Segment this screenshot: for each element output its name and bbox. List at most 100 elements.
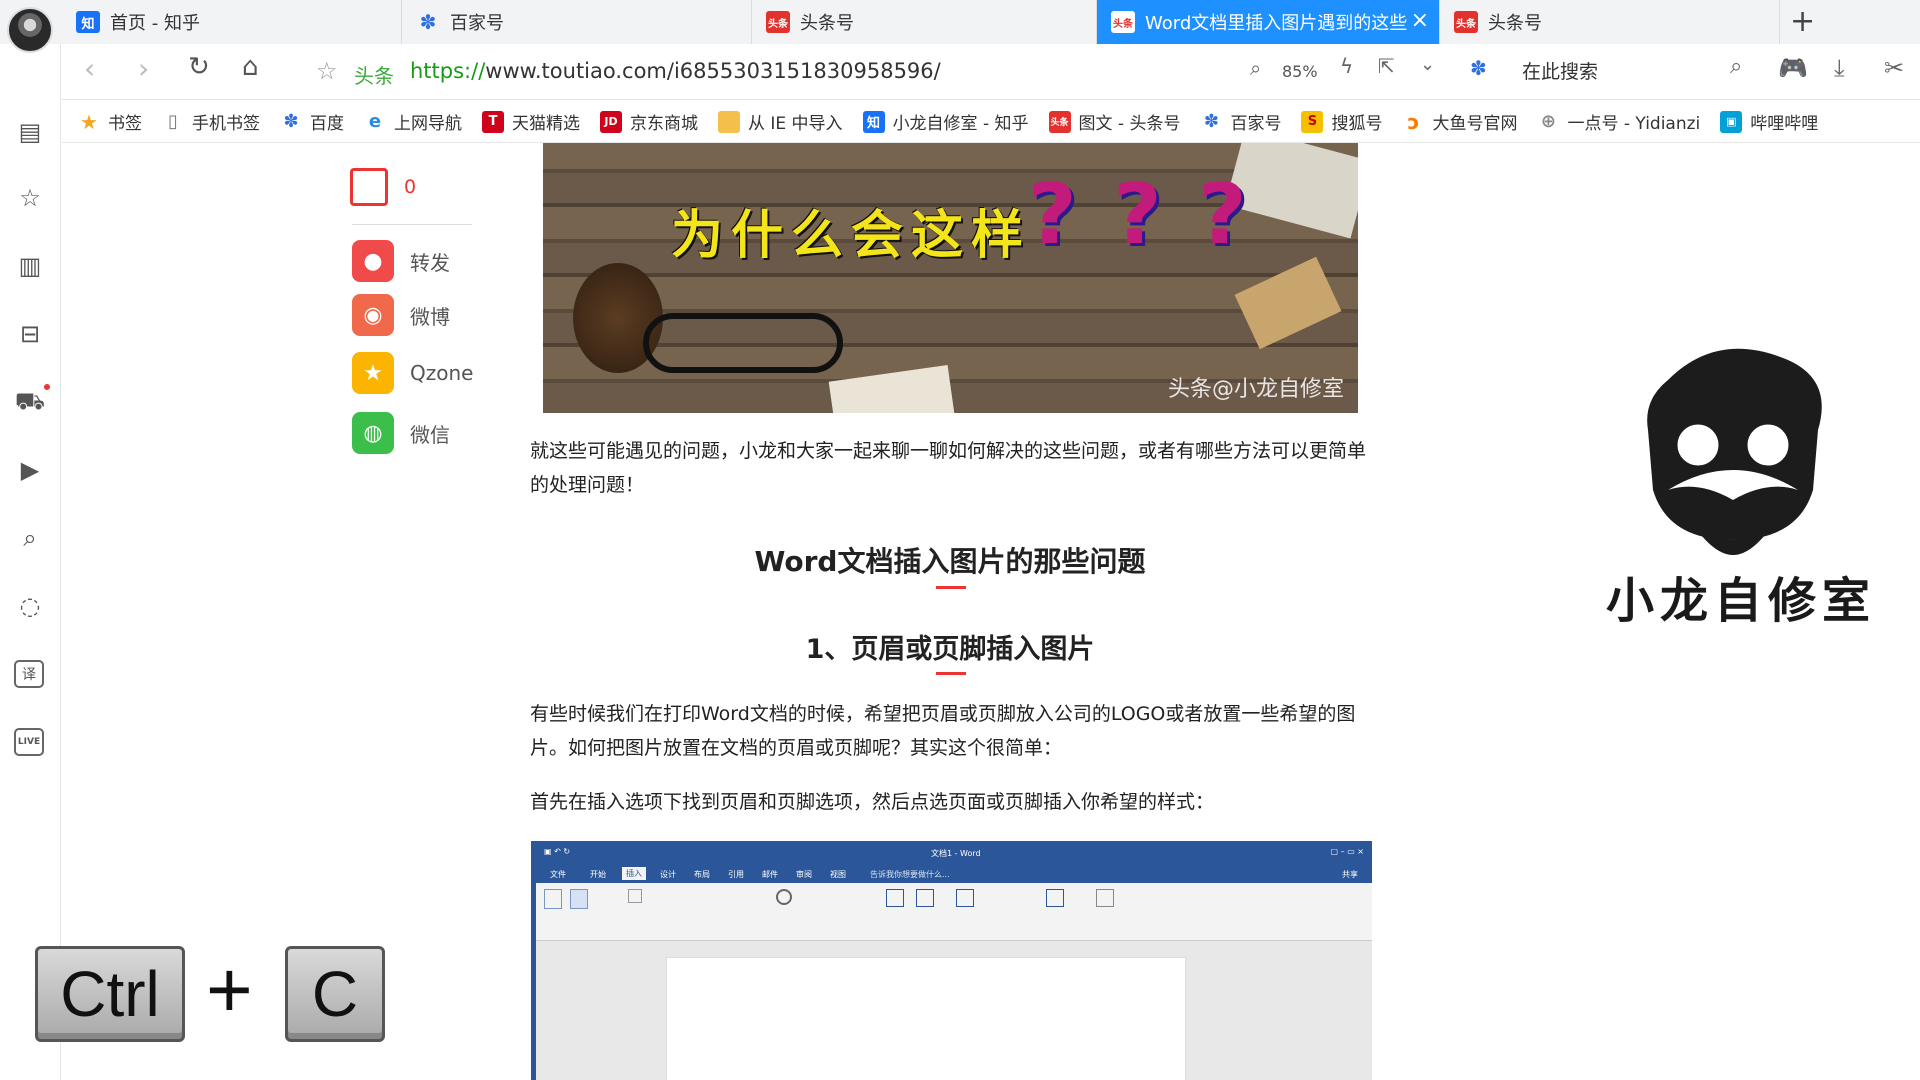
bookmark-item[interactable]: T 天猫精选	[482, 109, 580, 134]
tab-toutiaohao[interactable]: 头条 头条号	[752, 0, 1097, 44]
url-path: www.toutiao.com/i6855303151830958596/	[485, 59, 941, 83]
article-paragraph: 有些时候我们在打印Word文档的时候，希望把页眉或页脚放入公司的LOGO或者放置…	[530, 703, 1356, 759]
cart-icon[interactable]: ⛟	[14, 386, 46, 418]
repost-icon: ●	[352, 240, 394, 282]
article-heading: Word文档插入图片的那些问题	[754, 545, 1146, 578]
bookmarks-bar: ★ 书签 ▯ 手机书签 ✽ 百度 e 上网导航 T 天猫精选 JD 京东商城 从 IE 中导…	[62, 101, 1920, 143]
share-icon[interactable]: ⇱	[1378, 54, 1395, 78]
card-decoration	[1234, 256, 1342, 350]
book-icon[interactable]: ▥	[14, 250, 46, 282]
bilibili-icon: ▣	[1720, 110, 1743, 133]
baidu-paw-icon: ✽	[419, 10, 437, 34]
bookmark-item[interactable]: 从 IE 中导入	[718, 109, 843, 134]
share-qzone[interactable]: ★ Qzone	[352, 352, 473, 394]
share-weibo[interactable]: ◉ 微博	[352, 294, 450, 336]
article-subheading: 1、页眉或页脚插入图片	[805, 634, 1095, 665]
divider	[352, 224, 472, 225]
tab-zhihu[interactable]: 知 首页 - 知乎	[62, 0, 402, 44]
comment-icon[interactable]	[350, 168, 388, 206]
tab-label: 首页 - 知乎	[110, 13, 200, 34]
folder-icon	[718, 110, 740, 133]
question-mark: ?	[1113, 165, 1162, 263]
bookmark-item[interactable]: ↄ 大鱼号官网	[1402, 109, 1518, 135]
browser-sidebar: ▤ ☆ ▥ ⊟ ⛟ ▶ ⌕ ◌ 译 LIVE	[0, 44, 61, 1080]
tab-baijiahao[interactable]: ✽ 百家号	[402, 0, 752, 44]
bookmark-item[interactable]: 知小龙自修室 - 知乎	[862, 109, 1029, 134]
close-tab-icon[interactable]: ×	[1411, 8, 1429, 33]
bookmark-item[interactable]: ▯ 手机书签	[162, 109, 260, 134]
reload-icon[interactable]: ↻	[188, 52, 210, 82]
paper-decoration	[828, 364, 958, 413]
live-icon[interactable]: LIVE	[14, 728, 44, 756]
comment-count: 0	[404, 176, 417, 198]
url-input[interactable]: https://www.toutiao.com/i685530315183095…	[410, 59, 941, 83]
chat-icon[interactable]: ◌	[14, 590, 46, 622]
zoom-icon[interactable]: ⌕	[1250, 56, 1261, 80]
tmall-icon: T	[482, 110, 504, 133]
back-icon[interactable]: ‹	[84, 52, 95, 85]
new-tab-icon[interactable]: +	[1790, 4, 1815, 39]
tab-active-article[interactable]: 头条 Word文档里插入图片遇到的这些 ×	[1097, 0, 1440, 44]
heading-underline	[936, 586, 966, 589]
tab-label: 头条号	[1488, 13, 1542, 34]
avatar[interactable]	[7, 7, 53, 53]
scissors-icon[interactable]: ✂	[1884, 54, 1904, 82]
baidu-paw-icon: ✽	[283, 111, 299, 132]
bookmark-item[interactable]: ★ 书签	[78, 109, 142, 135]
chevron-down-icon[interactable]: ⌄	[1420, 54, 1435, 75]
search-input[interactable]: 在此搜索	[1522, 57, 1598, 84]
bag-icon[interactable]: ⊟	[14, 318, 46, 350]
bookmark-item[interactable]: ⊕ 一点号 - Yidianzi	[1537, 109, 1700, 134]
bookmark-item[interactable]: 头条 图文 - 头条号	[1048, 109, 1180, 134]
forward-icon[interactable]: ›	[138, 52, 149, 85]
search-icon[interactable]: ⌕	[14, 522, 46, 554]
translate-icon[interactable]: 译	[14, 660, 44, 688]
ie-icon: e	[368, 111, 382, 132]
bookmark-item[interactable]: JD 京东商城	[600, 109, 698, 134]
toutiao-icon: 头条	[1048, 110, 1071, 133]
author-logo-text: 小龙自修室	[1606, 573, 1877, 629]
share-wechat[interactable]: ◍ 微信	[352, 412, 450, 454]
word-save-icon: ▣ ↶ ↻	[544, 847, 571, 856]
bookmark-star-icon[interactable]: ☆	[316, 57, 338, 85]
home-icon[interactable]: ⌂	[242, 52, 259, 82]
baidu-paw-icon: ✽	[1203, 111, 1220, 132]
bookmark-item[interactable]: ✽ 百家号	[1200, 109, 1282, 134]
tab-label: 头条号	[800, 13, 854, 34]
zoom-level[interactable]: 85%	[1282, 62, 1318, 81]
address-bar: ‹ › ↻ ⌂ ☆ 头条 https://www.toutiao.com/i68…	[62, 44, 1920, 100]
dayu-icon: ↄ	[1407, 109, 1420, 134]
search-icon[interactable]: ⌕	[1730, 54, 1742, 79]
wechat-icon: ◍	[352, 412, 394, 454]
bookmark-item[interactable]: e 上网导航	[364, 109, 462, 134]
baidu-paw-icon[interactable]: ✽	[1470, 56, 1487, 80]
zhihu-icon: 知	[862, 110, 885, 133]
download-icon[interactable]: ⤓	[1834, 54, 1845, 82]
bookmark-item[interactable]: ▣ 哔哩哔哩	[1720, 109, 1818, 134]
share-repost[interactable]: ● 转发	[352, 240, 450, 282]
banner-watermark: 头条@小龙自修室	[1167, 377, 1344, 402]
tab-label: Word文档里插入图片遇到的这些	[1145, 13, 1408, 34]
tab-toutiaohao-2[interactable]: 头条 头条号	[1440, 0, 1780, 44]
word-titlebar: ▣ ↶ ↻ 文档1 - Word ▢ – ▭ ×	[536, 841, 1372, 865]
qzone-icon: ★	[352, 352, 394, 394]
video-icon[interactable]: ▶	[14, 454, 46, 486]
bookmark-item[interactable]: S 搜狐号	[1301, 109, 1382, 134]
word-screenshot-image: ▣ ↶ ↻ 文档1 - Word ▢ – ▭ × 文件 开始 插入 设计 布局 …	[531, 841, 1372, 1080]
article-banner-image: 为什么会这样 ? ? ? 头条@小龙自修室	[543, 143, 1358, 413]
globe-icon: ⊕	[1540, 111, 1557, 132]
bookmark-item[interactable]: ✽ 百度	[280, 109, 344, 134]
news-icon[interactable]: ▤	[14, 116, 46, 148]
phone-icon: ▯	[168, 111, 178, 132]
heading-underline	[936, 672, 966, 675]
ctrl-key: Ctrl	[35, 946, 185, 1042]
star-icon[interactable]: ☆	[14, 182, 46, 214]
question-mark: ?	[1198, 165, 1247, 263]
game-icon[interactable]: 🎮	[1778, 54, 1808, 82]
plus-sign: +	[206, 945, 253, 1034]
glasses-decoration	[643, 313, 843, 373]
star-icon: ★	[80, 109, 98, 134]
word-document-page	[666, 957, 1186, 1080]
word-ribbon-tabs: 文件 开始 插入 设计 布局 引用 邮件 审阅 视图 告诉我你想要做什么... …	[536, 865, 1372, 883]
lightning-icon[interactable]: ϟ	[1340, 54, 1353, 78]
